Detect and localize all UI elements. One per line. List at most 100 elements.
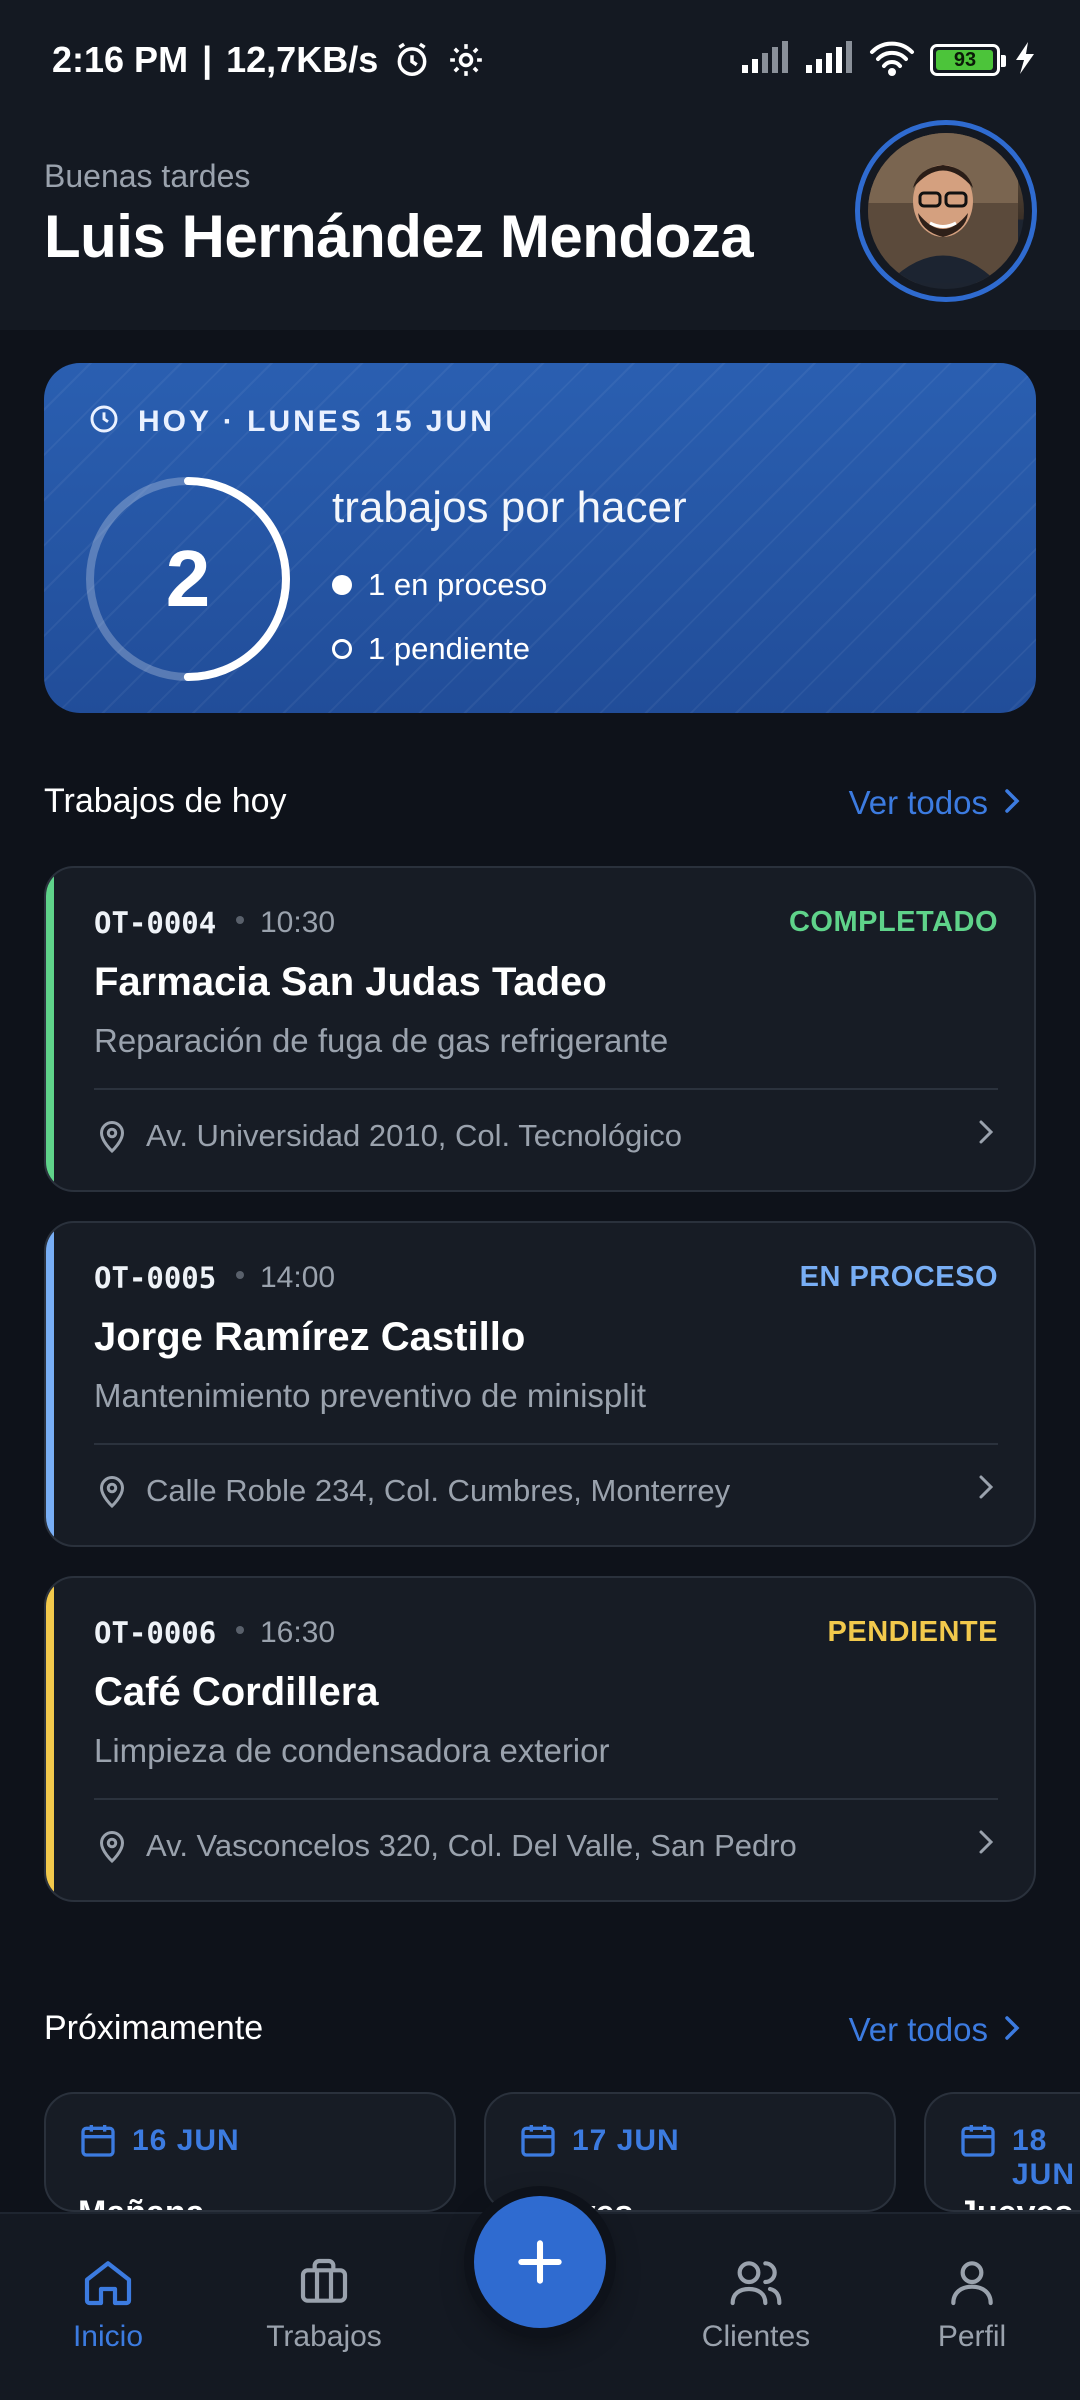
plus-icon [518,2240,562,2284]
location-pin-icon [99,1121,125,1154]
status-badge: PENDIENTE [827,1616,998,1648]
nav-label: Perfil [937,2320,1007,2353]
job-time: 16:30 [260,1616,336,1649]
job-address: Calle Roble 234, Col. Cumbres, Monterrey [146,1473,731,1508]
upcoming-section-title: Próximamente [44,2009,264,2047]
add-job-button[interactable] [474,2196,606,2328]
divider [94,1798,998,1800]
nav-label: Trabajos [266,2320,382,2353]
job-time: 10:30 [260,906,336,939]
greeting: Buenas tardes [44,158,251,194]
see-all-label: Ver todos [848,2011,988,2048]
app-header: Buenas tardes Luis Hernández Mendoza [0,120,1080,330]
today-summary-card[interactable]: HOY · LUNES 15 JUN 2 trabajos por hacer … [44,363,1036,713]
job-code: OT-0004 [94,906,217,940]
upcoming-card[interactable]: 17 JUN Jueves [484,2092,896,2212]
see-all-today-link[interactable]: Ver todos [849,784,1020,822]
today-date-label: HOY · LUNES 15 JUN [138,404,495,438]
battery-level: 93 [953,48,977,71]
status-left: 2:16 PM | 12,7KB/s [52,39,486,81]
battery-icon: 93 [930,44,1006,76]
nav-item-jobs[interactable]: Trabajos [234,2254,414,2354]
job-address: Av. Vasconcelos 320, Col. Del Valle, San… [146,1828,797,1863]
nav-label: Inicio [72,2320,144,2353]
gear-icon [446,40,486,80]
status-right: 93 [740,40,1036,81]
status-separator: | [202,39,213,80]
separator-dot [236,1626,244,1634]
job-client: Café Cordillera [94,1670,379,1714]
clock-icon [88,403,120,440]
job-code: OT-0005 [94,1261,217,1295]
nav-item-clients[interactable]: Clientes [666,2254,846,2354]
upcoming-card[interactable]: 16 JUN Mañana [44,2092,456,2212]
status-accent-bar [46,1223,54,1545]
job-description: Mantenimiento preventivo de minisplit [94,1377,647,1414]
divider [94,1443,998,1445]
filled-dot-icon [332,575,352,595]
upcoming-label: Mañana [78,2194,205,2210]
divider [94,1088,998,1090]
chevron-right-icon [1004,784,1020,822]
calendar-icon [81,2125,115,2157]
nav-item-home[interactable]: Inicio [18,2254,198,2354]
job-address: Av. Universidad 2010, Col. Tecnológico [146,1118,682,1153]
network-speed: 12,7KB/s [226,39,379,80]
pending-line: 1 pendiente [332,631,530,667]
job-description: Reparación de fuga de gas refrigerante [94,1022,669,1059]
avatar[interactable] [855,120,1037,302]
chevron-right-icon [979,1120,994,1144]
separator-dot [236,916,244,924]
upcoming-card[interactable]: 18 JUN Jueves [924,2092,1080,2212]
job-card[interactable]: OT-0006 16:30 PENDIENTE Café Cordillera … [44,1576,1036,1902]
status-badge: EN PROCESO [799,1261,998,1293]
job-card[interactable]: OT-0004 10:30 COMPLETADO Farmacia San Ju… [44,866,1036,1192]
user-name: Luis Hernández Mendoza [44,203,754,270]
status-accent-bar [46,1578,54,1900]
status-badge: COMPLETADO [788,906,998,938]
job-time: 14:00 [260,1261,336,1294]
home-icon [84,2261,132,2306]
users-icon [730,2261,782,2306]
avatar-photo [868,133,1024,289]
nav-item-profile[interactable]: Perfil [882,2254,1062,2354]
calendar-icon [961,2125,995,2157]
job-client: Jorge Ramírez Castillo [94,1315,526,1359]
separator-dot [236,1271,244,1279]
clock: 2:16 PM [52,39,189,80]
calendar-icon [521,2125,555,2157]
job-card[interactable]: OT-0005 14:00 EN PROCESO Jorge Ramírez C… [44,1221,1036,1547]
chevron-right-icon [979,1475,994,1499]
today-section-title: Trabajos de hoy [44,782,287,820]
alarm-icon [392,40,432,80]
signal-icon [740,40,790,80]
job-description: Limpieza de condensadora exterior [94,1732,610,1769]
nav-label: Clientes [701,2320,811,2353]
upcoming-date: 18 JUN [1012,2124,1076,2191]
in-progress-line: 1 en proceso [332,567,547,603]
chevron-right-icon [1004,2011,1020,2049]
briefcase-icon [300,2258,348,2303]
job-code: OT-0006 [94,1616,217,1650]
user-icon [951,2261,993,2306]
wifi-icon [868,40,916,81]
upcoming-label: Jueves [958,2194,1073,2210]
upcoming-date: 17 JUN [572,2124,680,2157]
job-client: Farmacia San Judas Tadeo [94,960,607,1004]
see-all-upcoming-link[interactable]: Ver todos [849,2011,1020,2049]
location-pin-icon [99,1476,125,1509]
chevron-right-icon [979,1830,994,1854]
status-bar: 2:16 PM | 12,7KB/s 93 [0,0,1080,120]
charging-icon [1014,41,1036,79]
pending-count: 1 pendiente [368,631,531,666]
location-pin-icon [99,1831,125,1864]
jobs-count: 2 [165,534,211,623]
status-accent-bar [46,868,54,1190]
upcoming-date: 16 JUN [132,2124,240,2157]
today-date: HOY · LUNES 15 JUN [88,403,495,440]
signal-icon [804,40,854,80]
hollow-dot-icon [332,639,352,659]
in-progress-count: 1 en proceso [368,567,548,602]
jobs-title: trabajos por hacer [332,483,687,532]
see-all-label: Ver todos [848,784,988,821]
